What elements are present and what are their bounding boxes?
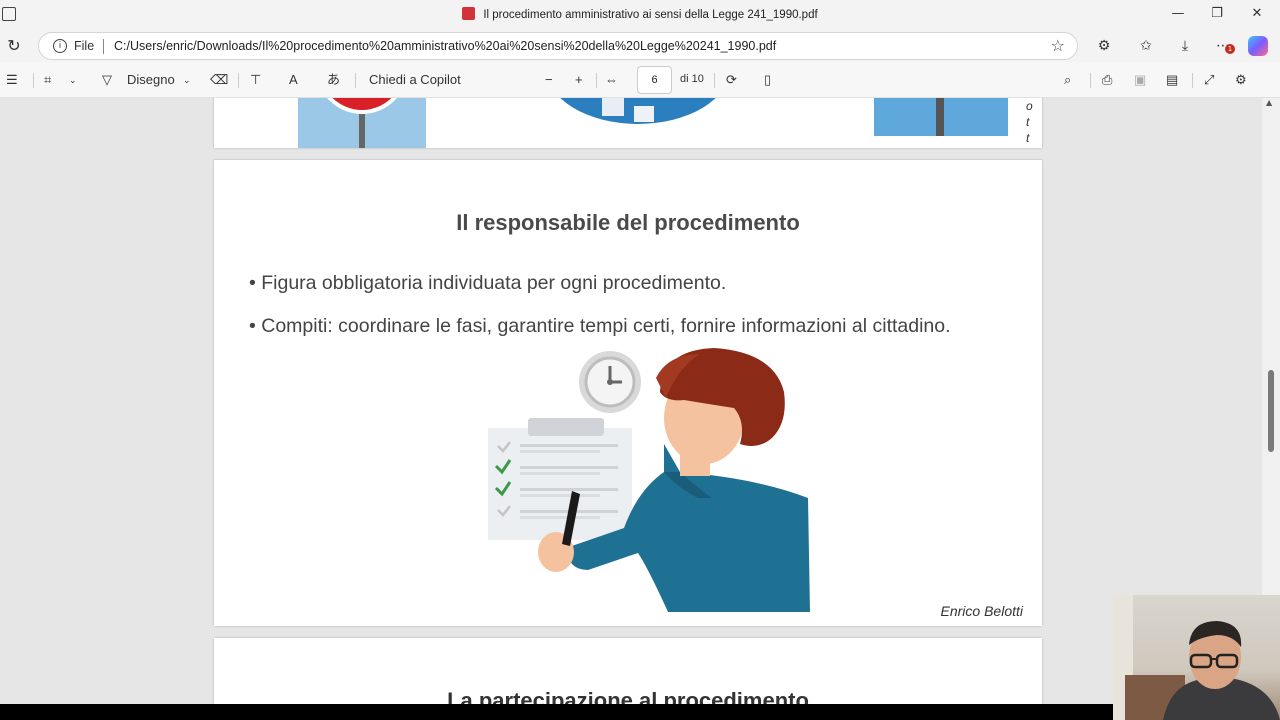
author-name: Enrico Belotti	[940, 603, 1023, 619]
checklist-line	[520, 472, 600, 475]
stop-sign-pole	[359, 114, 365, 148]
window-title: Il procedimento amministrativo ai sensi …	[0, 7, 1280, 21]
eraser-icon[interactable]: ⌫	[210, 71, 228, 89]
save-as-icon[interactable]: ▤	[1166, 71, 1178, 89]
webcam-overlay	[1113, 595, 1280, 720]
checklist-illustration	[488, 348, 810, 612]
contents-icon[interactable]: ☰	[6, 71, 18, 89]
highlight-icon[interactable]: ⌗	[44, 71, 51, 89]
sign-pole-right	[936, 98, 944, 136]
minimize-button[interactable]: —	[1158, 0, 1198, 30]
draw-dropdown-icon[interactable]: ⌄	[183, 71, 191, 89]
address-bar: ↻ i File C:/Users/enric/Downloads/Il%20p…	[0, 30, 1280, 62]
previous-page: o t t i	[214, 98, 1042, 148]
scroll-up-icon[interactable]: ▲	[1266, 98, 1272, 107]
copilot-icon[interactable]	[1248, 36, 1268, 56]
webcam-presenter	[1113, 595, 1280, 720]
toolbar-divider	[238, 73, 239, 88]
checklist-line	[520, 488, 618, 491]
reload-icon[interactable]: ↻	[4, 36, 24, 56]
url-divider	[103, 39, 104, 54]
toolbar-divider	[1192, 73, 1193, 88]
pdf-viewer[interactable]: o t t i Il responsabile del procedimento…	[0, 98, 1262, 704]
draw-icon[interactable]: ▽	[102, 71, 112, 89]
url-text[interactable]: C:/Users/enric/Downloads/Il%20procedimen…	[114, 39, 776, 53]
checklist-line	[520, 444, 618, 447]
page-number-input[interactable]: 6	[637, 66, 672, 94]
side-letters: o t t i	[1026, 98, 1038, 148]
toolbar-divider	[355, 73, 356, 88]
zoom-out-icon[interactable]: −	[545, 71, 553, 89]
bullet-item: • Figura obbligatoria individuata per og…	[249, 272, 727, 294]
highlight-dropdown-icon[interactable]: ⌄	[69, 71, 77, 89]
search-icon[interactable]: ⌕	[1064, 71, 1071, 89]
pdf-toolbar: ☰ ⌗ ⌄ ▽ Disegno ⌄ ⌫ ⊤ A あ Chiedi a Copil…	[0, 62, 1280, 98]
checklist-line	[520, 494, 600, 497]
toolbar-divider	[714, 73, 715, 88]
translate-icon[interactable]: あ	[327, 71, 340, 89]
read-aloud-icon[interactable]: A	[289, 71, 298, 89]
page-total: di 10	[680, 73, 704, 85]
checklist-line	[520, 466, 618, 469]
side-letter: t	[1026, 131, 1030, 145]
downloads-badge: 1	[1225, 44, 1235, 54]
clipboard-clip	[528, 418, 604, 436]
window-title-text: Il procedimento amministrativo ai sensi …	[483, 9, 818, 21]
extensions-icon[interactable]: ⚙	[1093, 36, 1115, 56]
info-icon[interactable]: i	[53, 39, 67, 53]
url-field[interactable]: i File C:/Users/enric/Downloads/Il%20pro…	[38, 32, 1078, 60]
toolbar-divider	[33, 73, 34, 88]
downloads-icon[interactable]: ⤓	[1174, 36, 1196, 56]
scroll-thumb[interactable]	[1268, 370, 1274, 452]
restore-button[interactable]: ❐	[1197, 0, 1237, 30]
checklist-line	[520, 450, 600, 453]
zoom-in-icon[interactable]: +	[575, 71, 583, 89]
side-letter: i	[1026, 146, 1038, 148]
favorite-star-icon[interactable]: ☆	[1051, 36, 1065, 55]
bottom-strip	[0, 704, 1280, 720]
side-letter: t	[1026, 115, 1030, 129]
bullet-item: • Compiti: coordinare le fasi, garantire…	[249, 315, 951, 337]
save-icon[interactable]: ▣	[1134, 71, 1146, 89]
print-icon[interactable]: ⎙	[1102, 71, 1112, 89]
toolbar-divider	[596, 73, 597, 88]
pdf-file-icon	[462, 7, 476, 20]
title-bar: Il procedimento amministrativo ai sensi …	[0, 0, 1280, 30]
side-letter: o	[1026, 99, 1033, 113]
fullscreen-icon[interactable]: ⤢	[1204, 71, 1214, 89]
page-view-icon[interactable]: ▯	[764, 71, 771, 89]
text-box-icon[interactable]: ⊤	[250, 71, 261, 89]
current-page: Il responsabile del procedimento • Figur…	[214, 160, 1042, 626]
close-button[interactable]: ✕	[1237, 0, 1277, 30]
scheme-label: File	[74, 39, 95, 53]
clock-center	[607, 379, 613, 385]
next-page: La partecipazione al procedimento	[214, 638, 1042, 704]
toolbar-divider	[1090, 73, 1091, 88]
ask-copilot-button[interactable]: Chiedi a Copilot	[369, 71, 461, 89]
settings-icon[interactable]: ⚙	[1235, 71, 1247, 89]
rotate-icon[interactable]: ⟳	[726, 71, 737, 89]
favorites-icon[interactable]: ✩	[1135, 36, 1157, 56]
next-page-title: La partecipazione al procedimento	[447, 688, 809, 704]
slide-title: Il responsabile del procedimento	[456, 210, 800, 235]
globe-document-icon-2	[634, 106, 654, 122]
previous-page-images	[298, 98, 1008, 148]
globe-document-icon	[602, 98, 624, 116]
checklist-line	[520, 516, 600, 519]
fit-width-icon[interactable]: ⇔	[605, 71, 618, 89]
draw-label[interactable]: Disegno	[127, 71, 175, 89]
